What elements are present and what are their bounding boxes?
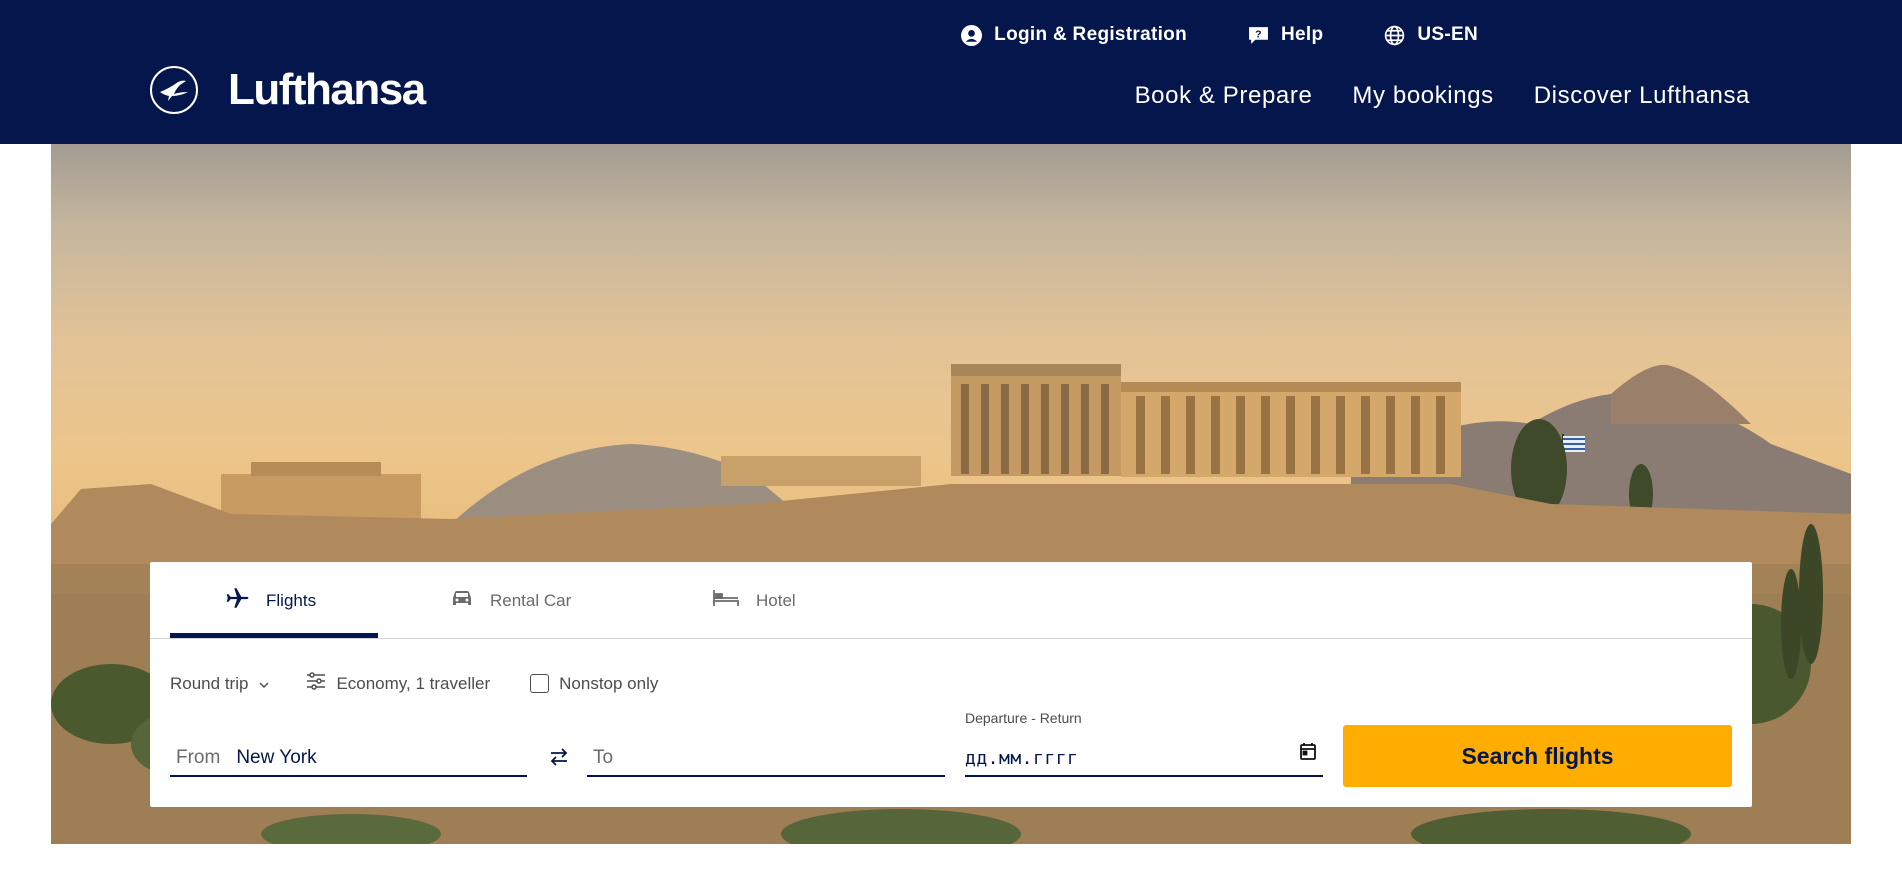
nav-book-prepare[interactable]: Book & Prepare xyxy=(1135,82,1313,110)
help-label: Help xyxy=(1281,24,1324,45)
language-label: US-EN xyxy=(1417,24,1478,45)
from-field[interactable]: From New York xyxy=(170,734,527,777)
help-link[interactable]: ? Help xyxy=(1247,24,1323,46)
login-registration-link[interactable]: Login & Registration xyxy=(960,24,1187,46)
trip-type-value: Round trip xyxy=(170,673,249,693)
nav-my-bookings[interactable]: My bookings xyxy=(1352,82,1493,110)
to-field[interactable]: To xyxy=(587,734,945,777)
nonstop-checkbox[interactable] xyxy=(530,674,550,693)
airplane-icon xyxy=(224,585,250,616)
utility-nav: Login & Registration ? Help US-EN xyxy=(960,24,1478,46)
tab-hotel-label: Hotel xyxy=(756,590,796,610)
car-icon xyxy=(450,588,474,613)
tab-flights-label: Flights xyxy=(266,590,317,610)
cabin-travellers-select[interactable]: Economy, 1 traveller xyxy=(306,672,490,695)
search-options: Round trip Economy, 1 traveller Nonstop … xyxy=(170,672,658,695)
language-selector[interactable]: US-EN xyxy=(1383,24,1478,46)
booking-tabs: Flights Rental Car Hotel xyxy=(150,562,1752,639)
bed-icon xyxy=(712,588,740,613)
main-nav: Book & Prepare My bookings Discover Luft… xyxy=(1135,82,1750,110)
nav-discover-lufthansa[interactable]: Discover Lufthansa xyxy=(1534,82,1750,110)
globe-icon xyxy=(1383,24,1405,46)
crane-logo-icon xyxy=(150,66,198,114)
tab-rental-car[interactable]: Rental Car xyxy=(450,562,571,639)
calendar-icon xyxy=(1299,741,1317,767)
swap-arrows-icon xyxy=(550,748,568,766)
chat-help-icon: ? xyxy=(1247,24,1269,46)
nonstop-option[interactable]: Nonstop only xyxy=(530,674,658,694)
nonstop-label: Nonstop only xyxy=(559,673,659,693)
from-value: New York xyxy=(236,747,317,768)
dates-field[interactable]: дд.мм.гггг xyxy=(965,734,1323,777)
search-flights-button[interactable]: Search flights xyxy=(1343,725,1732,787)
cabin-travellers-value: Economy, 1 traveller xyxy=(336,673,491,693)
tab-rental-car-label: Rental Car xyxy=(490,590,572,610)
swap-airports-button[interactable] xyxy=(544,742,574,772)
to-label: To xyxy=(593,747,614,768)
dates-caption: Departure - Return xyxy=(965,710,1082,726)
brand-name: Lufthansa xyxy=(228,65,426,114)
user-circle-icon xyxy=(960,24,982,46)
site-header: Lufthansa Login & Registration ? Help US… xyxy=(0,0,1902,144)
tab-hotel[interactable]: Hotel xyxy=(712,562,796,639)
chevron-down-icon xyxy=(258,674,270,694)
booking-panel: Flights Rental Car Hotel Round trip Econ… xyxy=(150,562,1752,807)
tab-flights[interactable]: Flights xyxy=(224,562,316,639)
brand-logo[interactable]: Lufthansa xyxy=(150,65,426,114)
from-label: From xyxy=(176,747,221,768)
sliders-icon xyxy=(306,672,326,695)
active-tab-indicator xyxy=(170,633,378,638)
svg-text:?: ? xyxy=(1255,28,1262,40)
login-registration-label: Login & Registration xyxy=(994,24,1187,45)
trip-type-select[interactable]: Round trip xyxy=(170,674,270,694)
dates-value: дд.мм.гггг xyxy=(965,748,1079,769)
